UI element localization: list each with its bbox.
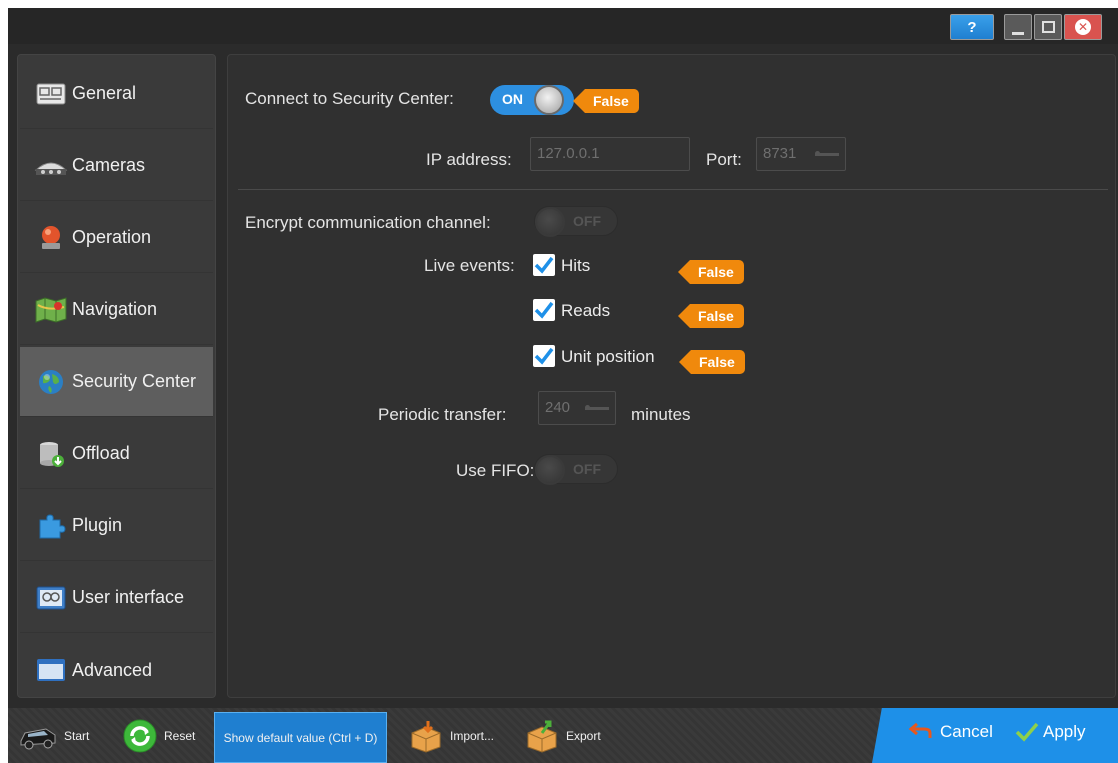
apply-button[interactable]: Apply: [1015, 722, 1086, 742]
ip-address-field[interactable]: 127.0.0.1: [530, 137, 690, 171]
hits-default-badge: False: [678, 260, 744, 284]
periodic-transfer-label: Periodic transfer:: [378, 405, 507, 424]
maximize-button[interactable]: [1034, 14, 1062, 40]
sidebar-item-user-interface[interactable]: User interface: [20, 563, 213, 633]
import-label: Import...: [450, 729, 495, 743]
toggle-knob: [535, 455, 565, 485]
bottom-toolbar: Start Reset Show default value (Ctrl + D…: [8, 708, 1118, 763]
security-center-settings-panel: Connect to Security Center: ON False IP …: [227, 54, 1116, 698]
minimize-button[interactable]: [1004, 14, 1032, 40]
port-label: Port:: [706, 150, 742, 169]
connect-default-badge: False: [573, 89, 639, 113]
use-fifo-label: Use FIFO:: [456, 461, 535, 480]
sidebar-item-operation[interactable]: Operation: [20, 203, 213, 273]
unit-position-default-badge: False: [679, 350, 745, 374]
apply-label: Apply: [1043, 722, 1086, 741]
toggle-knob: [535, 207, 565, 237]
periodic-transfer-stepper[interactable]: 240: [538, 391, 616, 425]
connect-label: Connect to Security Center:: [245, 89, 454, 108]
siren-icon: [34, 225, 68, 251]
sidebar-item-label: Navigation: [72, 299, 158, 319]
export-box-icon: [524, 719, 560, 753]
sidebar-item-security-center[interactable]: Security Center: [20, 347, 213, 417]
connect-toggle[interactable]: ON: [490, 85, 574, 115]
settings-sidebar: General Cameras Operation Navigation Sec…: [17, 54, 216, 698]
sidebar-item-label: Cameras: [72, 155, 146, 175]
sidebar-item-label: General: [72, 83, 137, 103]
refresh-icon: [122, 718, 158, 754]
start-label: Start: [64, 729, 90, 743]
spinner-icon: [585, 405, 609, 410]
unit-position-checkbox[interactable]: [533, 345, 555, 367]
sidebar-item-label: Operation: [72, 227, 152, 247]
database-download-icon: [34, 441, 68, 467]
ip-address-label: IP address:: [426, 150, 512, 169]
sidebar-item-navigation[interactable]: Navigation: [20, 275, 213, 345]
sidebar-item-label: Plugin: [72, 515, 123, 535]
import-button[interactable]: Import...: [408, 712, 494, 760]
sidebar-item-plugin[interactable]: Plugin: [20, 491, 213, 561]
unit-position-label: Unit position: [561, 347, 655, 366]
sidebar-item-general[interactable]: General: [20, 59, 213, 129]
section-divider: [238, 189, 1108, 190]
hits-label: Hits: [561, 256, 591, 275]
reads-default-badge: False: [678, 304, 744, 328]
use-fifo-toggle[interactable]: OFF: [534, 454, 618, 485]
sidebar-item-offload[interactable]: Offload: [20, 419, 213, 489]
settings-window: ? ✕ General Cameras Operation Navigation…: [8, 8, 1118, 763]
minutes-unit-label: minutes: [631, 405, 691, 424]
toggle-knob: [534, 85, 564, 115]
close-button[interactable]: ✕: [1064, 14, 1102, 40]
show-default-value-button[interactable]: Show default value (Ctrl + D): [214, 712, 387, 763]
port-stepper[interactable]: 8731: [756, 137, 846, 171]
sidebar-item-advanced[interactable]: Advanced: [20, 635, 213, 705]
hits-checkbox[interactable]: [533, 254, 555, 276]
start-button[interactable]: Start: [18, 712, 89, 760]
undo-icon: [908, 723, 932, 738]
checkmark-icon: [534, 256, 554, 274]
car-icon: [18, 721, 58, 751]
puzzle-icon: [34, 513, 68, 539]
reset-button[interactable]: Reset: [122, 712, 195, 760]
close-icon: ✕: [1075, 19, 1091, 35]
action-panel: Cancel Apply: [872, 708, 1118, 763]
periodic-transfer-value: 240: [545, 399, 571, 416]
checkmark-icon: [534, 347, 554, 365]
user-interface-icon: [34, 585, 68, 611]
encrypt-label: Encrypt communication channel:: [245, 213, 491, 232]
toggle-state-text: OFF: [573, 461, 601, 477]
encrypt-toggle[interactable]: OFF: [534, 206, 618, 237]
sidebar-item-label: User interface: [72, 587, 185, 607]
sidebar-item-label: Security Center: [72, 371, 197, 391]
globe-icon: [34, 369, 68, 395]
spinner-icon: [815, 151, 839, 156]
export-label: Export: [566, 729, 601, 743]
checkmark-icon: [534, 301, 554, 319]
toggle-state-text: OFF: [573, 213, 601, 229]
reads-checkbox[interactable]: [533, 299, 555, 321]
sidebar-item-label: Offload: [72, 443, 130, 463]
title-bar: ? ✕: [8, 8, 1118, 44]
camera-icon: [34, 153, 68, 179]
cancel-button[interactable]: Cancel: [908, 722, 993, 742]
sidebar-item-label: Advanced: [72, 659, 153, 680]
minimize-icon: [1012, 31, 1024, 35]
live-events-label: Live events:: [424, 256, 515, 275]
toggle-state-text: ON: [502, 91, 523, 107]
reads-label: Reads: [561, 301, 611, 320]
export-button[interactable]: Export: [524, 712, 601, 760]
import-box-icon: [408, 719, 444, 753]
general-settings-icon: [34, 81, 68, 107]
window-icon: [34, 657, 68, 683]
help-button[interactable]: ?: [950, 14, 994, 40]
reset-label: Reset: [164, 729, 196, 743]
port-value: 8731: [763, 145, 797, 162]
maximize-icon: [1041, 21, 1055, 33]
checkmark-icon: [1015, 722, 1039, 742]
map-icon: [34, 296, 68, 323]
sidebar-item-cameras[interactable]: Cameras: [20, 131, 213, 201]
cancel-label: Cancel: [940, 722, 993, 741]
